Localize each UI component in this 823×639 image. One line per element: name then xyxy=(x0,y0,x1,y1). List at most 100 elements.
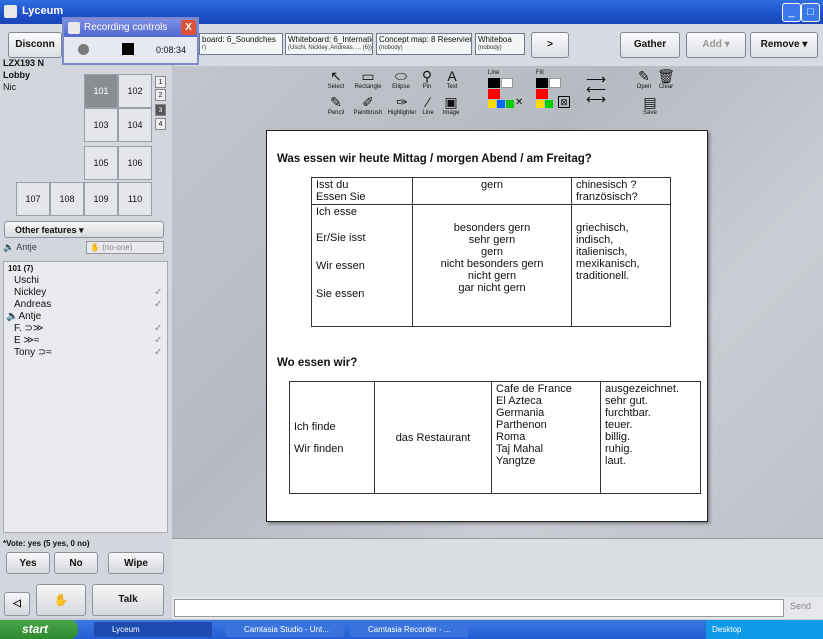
line-style-selector[interactable]: ⟶ ⟵ ⟷ xyxy=(586,72,606,106)
no-color-icon[interactable]: ✕ xyxy=(515,97,523,108)
user-list-item[interactable]: 🔈Antje xyxy=(6,311,167,323)
select-tool[interactable]: ↖ Select xyxy=(322,68,350,90)
fill-color-label: Fill xyxy=(536,70,544,76)
room-108[interactable]: 108 xyxy=(50,182,84,216)
tab-whiteboard-international[interactable]: Whiteboard: 6_Internationa(Uschi, Nickle… xyxy=(285,33,373,55)
table-cell: Ich finde Wir finden xyxy=(289,381,375,494)
room-105[interactable]: 105 xyxy=(84,146,118,180)
no-one-field[interactable]: ✋ (no-one) xyxy=(86,241,164,254)
worksheet-document[interactable]: Was essen wir heute Mittag / morgen Aben… xyxy=(266,130,708,522)
color-swatch-blue[interactable] xyxy=(497,100,505,108)
pencil-tool[interactable]: ✎ Pencil xyxy=(322,94,350,116)
speaker-antje[interactable]: 🔈 Antje xyxy=(3,242,37,253)
color-swatch-red[interactable] xyxy=(536,89,548,99)
lobby-label: Lobby xyxy=(3,70,30,80)
speaker-icon: 🔈 xyxy=(6,311,19,322)
room-104[interactable]: 104 xyxy=(118,108,152,142)
no-fill-icon[interactable]: ⊠ xyxy=(558,96,570,108)
color-swatch-green[interactable] xyxy=(545,100,553,108)
stop-button[interactable] xyxy=(122,43,134,55)
line-color-palette[interactable]: ✕ xyxy=(488,78,528,108)
room-101[interactable]: 101 xyxy=(84,74,118,108)
user-list-item[interactable]: F. ⊃≫ ✓ xyxy=(14,323,167,335)
color-swatch-red[interactable] xyxy=(488,89,500,99)
next-tab-button[interactable]: > xyxy=(531,32,569,58)
chat-input[interactable] xyxy=(174,599,784,617)
color-swatch-black[interactable] xyxy=(536,78,548,88)
pencil-icon: ✎ xyxy=(330,94,342,110)
user-list: 101 (7) Uschi Nickley ✓ Andreas ✓ 🔈Antje F… xyxy=(3,261,168,533)
speaker-toggle-button[interactable]: ◁ xyxy=(4,592,30,616)
room-102[interactable]: 102 xyxy=(118,74,152,108)
rectangle-tool[interactable]: ▭ Rectangle xyxy=(352,68,384,90)
color-swatch-white[interactable] xyxy=(501,78,513,88)
taskbar-item-camtasia-studio[interactable]: Camtasia Studio - Unt... xyxy=(226,622,344,637)
start-button[interactable]: start xyxy=(0,620,78,639)
table-cell: das Restaurant xyxy=(374,381,492,494)
speaker-icon: 🔈 xyxy=(3,242,15,252)
open-button[interactable]: ✎ Open xyxy=(634,68,654,90)
image-tool[interactable]: ▣ Image xyxy=(438,94,464,116)
hand-raise-button[interactable]: ✋ xyxy=(36,584,86,616)
color-swatch-black[interactable] xyxy=(488,78,500,88)
room-number-tag[interactable]: 3 xyxy=(155,104,166,116)
floppy-icon: ▤ xyxy=(643,94,657,110)
clear-button[interactable]: 🗑 Clear xyxy=(656,68,676,90)
image-icon: ▣ xyxy=(444,94,458,110)
room-107[interactable]: 107 xyxy=(16,182,50,216)
ellipse-tool[interactable]: ⬭ Ellipse xyxy=(388,68,414,90)
highlighter-tool[interactable]: ✑ Highlighter xyxy=(386,94,418,116)
conjugation-table: Isst du Essen Sie gern chinesisch ? fran… xyxy=(311,177,671,327)
disconnect-button[interactable]: Disconn xyxy=(8,32,62,58)
tab-concept-map[interactable]: Concept map: 8 Reservieru (nobody) xyxy=(376,33,472,55)
line-tool[interactable]: ⁄ Line xyxy=(418,94,438,116)
text-tool[interactable]: A Text xyxy=(440,68,464,90)
room-number-tag[interactable]: 2 xyxy=(155,89,166,101)
color-swatch-yellow[interactable] xyxy=(488,100,496,108)
color-swatch-yellow[interactable] xyxy=(536,100,544,108)
room-103[interactable]: 103 xyxy=(84,108,118,142)
room-number-tag[interactable]: 1 xyxy=(155,76,166,88)
fill-color-palette[interactable]: ⊠ xyxy=(536,78,576,108)
wipe-button[interactable]: Wipe xyxy=(108,552,164,574)
app-icon xyxy=(68,22,80,34)
question-2: Wo essen wir? xyxy=(277,357,358,369)
record-button[interactable] xyxy=(78,44,89,55)
yes-button[interactable]: Yes xyxy=(6,552,50,574)
send-button[interactable]: Send xyxy=(790,601,811,611)
recording-controls-titlebar[interactable]: Recording controls X xyxy=(64,19,197,37)
open-icon: ✎ xyxy=(638,68,650,84)
room-110[interactable]: 110 xyxy=(118,182,152,216)
other-features-button[interactable]: Other features ▾ xyxy=(4,221,164,238)
maximize-button[interactable]: □ xyxy=(801,3,820,22)
tab-whiteboard-soundcheck[interactable]: board: 6_Soundches r) xyxy=(199,33,283,55)
close-icon[interactable]: X xyxy=(181,20,196,35)
paintbrush-tool[interactable]: ✐ Paintbrush xyxy=(352,94,384,116)
talk-button[interactable]: Talk xyxy=(92,584,164,616)
room-106[interactable]: 106 xyxy=(118,146,152,180)
highlighter-icon: ✑ xyxy=(396,94,408,110)
user-list-item[interactable]: E ≫≈ ✓ xyxy=(14,335,167,347)
window-title: Lyceum xyxy=(22,5,64,17)
pin-icon: ⚲ xyxy=(421,68,433,84)
user-list-item[interactable]: Andreas ✓ xyxy=(14,299,167,311)
gather-button[interactable]: Gather xyxy=(620,32,680,58)
minimize-button[interactable]: _ xyxy=(782,3,801,22)
user-list-item[interactable]: Tony ⊃≈ ✓ xyxy=(14,347,167,359)
recording-controls-window: Recording controls X 0:08:34 xyxy=(62,17,199,65)
taskbar-item-lyceum[interactable]: Lyceum xyxy=(94,622,212,637)
pin-tool[interactable]: ⚲ Pin xyxy=(416,68,438,90)
no-button[interactable]: No xyxy=(54,552,98,574)
remove-button[interactable]: Remove ▾ xyxy=(750,32,818,58)
room-number-tag[interactable]: 4 xyxy=(155,118,166,130)
user-list-item[interactable]: Uschi xyxy=(14,275,167,287)
add-button[interactable]: Add ▾ xyxy=(686,32,746,58)
user-list-item[interactable]: Nickley ✓ xyxy=(14,287,167,299)
rectangle-icon: ▭ xyxy=(361,68,375,84)
tab-whiteboard-3[interactable]: Whiteboa (nobody) xyxy=(475,33,525,55)
color-swatch-white[interactable] xyxy=(549,78,561,88)
save-button[interactable]: ▤ Save xyxy=(640,94,660,116)
room-109[interactable]: 109 xyxy=(84,182,118,216)
color-swatch-green[interactable] xyxy=(506,100,514,108)
taskbar-item-camtasia-recorder[interactable]: Camtasia Recorder - ... xyxy=(350,622,468,637)
